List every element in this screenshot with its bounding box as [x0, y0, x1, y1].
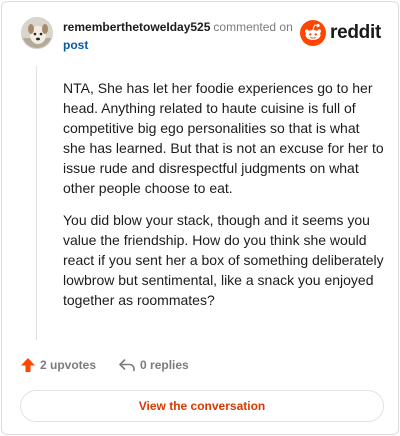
reply-button[interactable]: 0 replies	[118, 357, 189, 373]
upvote-count: 2 upvotes	[40, 358, 97, 372]
post-link[interactable]: post	[63, 38, 88, 52]
dog-avatar-icon	[22, 18, 52, 48]
comment-card: rememberthetoweIday525 commented on post …	[1, 1, 399, 435]
comment-header: rememberthetoweIday525 commented on post …	[21, 17, 381, 57]
upvote-arrow-icon	[21, 358, 35, 372]
view-conversation-button[interactable]: View the conversation	[20, 390, 384, 422]
user-avatar[interactable]	[21, 17, 53, 49]
reddit-logo[interactable]: reddit	[300, 19, 381, 47]
reddit-wordmark: reddit	[330, 22, 381, 43]
commented-on-label: commented on	[213, 20, 293, 34]
reply-count: 0 replies	[140, 358, 189, 372]
comment-meta: rememberthetoweIday525 commented on	[63, 20, 293, 34]
reddit-snoo-icon	[300, 20, 327, 46]
upvote-button[interactable]: 2 upvotes	[20, 357, 96, 373]
reply-arrow-icon	[119, 359, 135, 372]
comment-actions: 2 upvotes 0 replies	[20, 356, 189, 374]
comment-paragraph: NTA, She has let her foodie experiences …	[63, 80, 384, 196]
thread-line	[36, 66, 37, 340]
username[interactable]: rememberthetoweIday525	[63, 20, 210, 34]
comment-paragraph: You did blow your stack, though and it s…	[63, 212, 384, 308]
comment-body: NTA, She has let her foodie experiences …	[63, 78, 385, 322]
